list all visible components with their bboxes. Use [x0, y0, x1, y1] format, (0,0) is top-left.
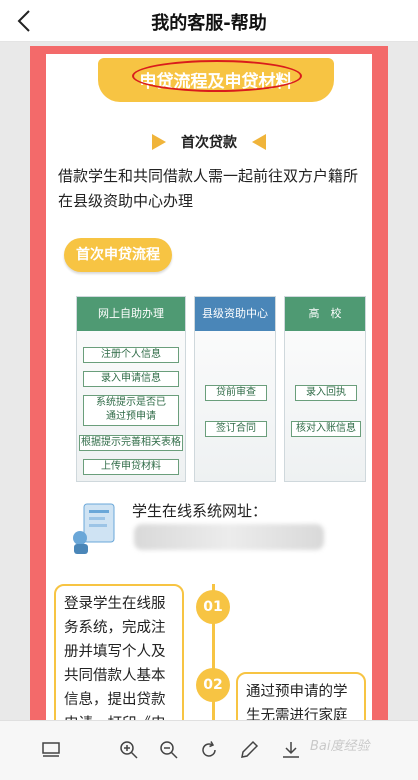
- app-header: 我的客服-帮助: [0, 0, 418, 42]
- banner: 申贷流程及申贷材料: [98, 58, 334, 102]
- flow-pill-label: 首次申贷流程: [64, 238, 172, 272]
- help-image: 申贷流程及申贷材料 首次贷款 借款学生和共同借款人需一起前往双方户籍所在县级资助…: [30, 46, 388, 720]
- download-icon[interactable]: [280, 739, 302, 761]
- pencil-edit-icon[interactable]: [238, 739, 260, 761]
- flow-step: 录入回执: [295, 385, 357, 401]
- triangle-left-icon: [252, 134, 266, 150]
- step-2-badge: 02: [196, 668, 230, 702]
- student-system-illustration-icon: [73, 503, 115, 554]
- blurred-url: [134, 524, 324, 550]
- flow-step: 系统提示是否已: [83, 395, 179, 411]
- flow-column-header: 高 校: [285, 297, 365, 331]
- step-1-badge: 01: [196, 590, 230, 624]
- watermark-logo: Bai度经验: [310, 739, 370, 754]
- flow-column-header: 网上自助办理: [77, 297, 185, 331]
- rotate-icon[interactable]: [198, 739, 220, 761]
- viewer-toolbar: Bai度经验: [0, 720, 418, 780]
- page-title: 我的客服-帮助: [151, 13, 267, 34]
- help-image-content: 申贷流程及申贷材料 首次贷款 借款学生和共同借款人需一起前往双方户籍所在县级资助…: [46, 54, 372, 720]
- flow-column-online: 网上自助办理 注册个人信息 录入申请信息 系统提示是否已 通过预申请 根据提示完…: [76, 296, 186, 482]
- flow-step: 通过预申请: [83, 410, 179, 426]
- step-1-text: 登录学生在线服务系统，完成注册并填写个人及共同借款人基本信息，提出贷款申请，打印…: [54, 584, 184, 720]
- flow-step: 根据提示完善相关表格: [79, 435, 183, 451]
- flow-column-university: 高 校 录入回执 核对入账信息: [284, 296, 366, 482]
- thumbnail-view-icon[interactable]: [40, 739, 62, 761]
- document-viewport[interactable]: 申贷流程及申贷材料 首次贷款 借款学生和共同借款人需一起前往双方户籍所在县级资助…: [0, 42, 418, 720]
- flow-column-county: 县级资助中心 贷前审查 签订合同: [194, 296, 276, 482]
- flow-diagram: 网上自助办理 注册个人信息 录入申请信息 系统提示是否已 通过预申请 根据提示完…: [46, 288, 372, 488]
- intro-text: 借款学生和共同借款人需一起前往双方户籍所在县级资助中心办理: [58, 167, 359, 210]
- flow-step: 贷前审查: [205, 385, 267, 401]
- flow-step: 上传申贷材料: [83, 459, 179, 475]
- system-website-label: 学生在线系统网址：: [132, 502, 268, 520]
- flow-column-header: 县级资助中心: [195, 297, 275, 331]
- flow-step: 注册个人信息: [83, 347, 179, 363]
- red-circle-highlight: [132, 60, 302, 92]
- flow-step: 核对入账信息: [291, 421, 361, 437]
- zoom-in-icon[interactable]: [118, 739, 140, 761]
- system-website: 学生在线系统网址：: [46, 500, 372, 570]
- flow-step: 签订合同: [205, 421, 267, 437]
- step-2-text: 通过预申请的学生无需进行家庭: [236, 672, 366, 720]
- zoom-out-icon[interactable]: [158, 739, 180, 761]
- section-title: 首次贷款: [181, 135, 237, 151]
- flow-step: 录入申请信息: [83, 371, 179, 387]
